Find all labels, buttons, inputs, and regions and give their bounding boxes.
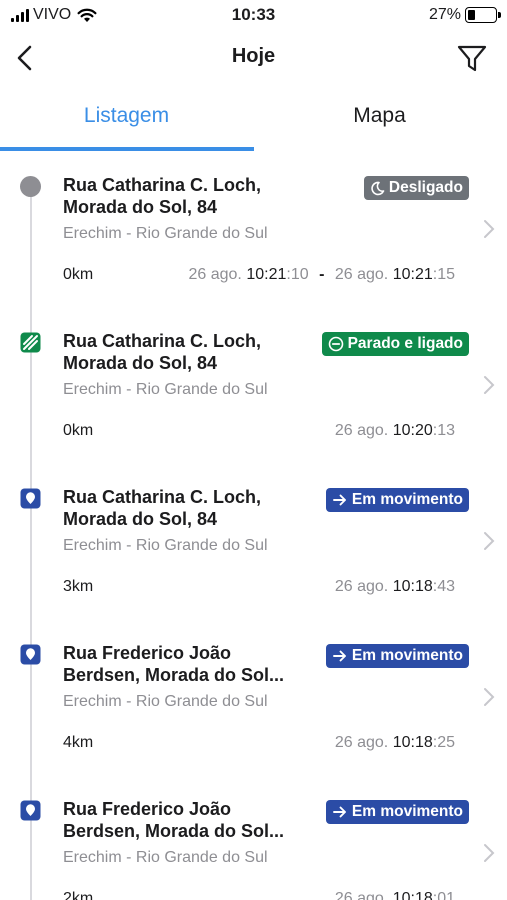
event-city: Erechim - Rio Grande do Sul bbox=[63, 693, 268, 710]
event-list: Rua Catharina C. Loch, Morada do Sol, 84… bbox=[0, 160, 507, 900]
status-badge: Desligado bbox=[363, 176, 469, 200]
location-pin-icon bbox=[20, 488, 41, 509]
timeline-dot-icon bbox=[20, 176, 41, 197]
filter-funnel-icon[interactable] bbox=[455, 41, 489, 75]
event-date: 26 ago. bbox=[334, 578, 389, 595]
tab-mapa[interactable]: Mapa bbox=[253, 104, 506, 128]
event-time: 26 ago. 10:18:25 bbox=[335, 734, 455, 752]
status-label: Parado e ligado bbox=[347, 335, 463, 352]
address-line: Rua Frederico João bbox=[63, 643, 232, 663]
event-date: 26 ago. bbox=[334, 734, 389, 751]
event-seconds: :01 bbox=[432, 890, 455, 900]
chevron-right-icon bbox=[484, 532, 495, 550]
navigation-bar: Hoje bbox=[0, 36, 507, 80]
event-hour-minute: 10:20 bbox=[392, 422, 433, 439]
arrow-right-icon bbox=[332, 806, 346, 818]
battery-percent: 27% bbox=[428, 6, 461, 23]
battery-icon bbox=[465, 7, 501, 23]
chevron-right-icon bbox=[484, 688, 495, 706]
chevron-right-icon bbox=[484, 844, 495, 862]
list-item[interactable]: Rua Catharina C. Loch, Morada do Sol, 84… bbox=[0, 472, 507, 628]
event-time: 26 ago. 10:20:13 bbox=[335, 422, 455, 440]
parked-hatched-icon bbox=[20, 332, 41, 353]
start-seconds: :10 bbox=[286, 266, 309, 283]
event-address: Rua Frederico João Berdsen, Morada do So… bbox=[63, 798, 303, 842]
list-item[interactable]: Rua Frederico João Berdsen, Morada do So… bbox=[0, 628, 507, 784]
event-address: Rua Catharina C. Loch, Morada do Sol, 84 bbox=[63, 486, 303, 530]
event-time-range: 26 ago. 10:21:10 - 26 ago. 10:21:15 bbox=[188, 266, 455, 284]
minus-circle-icon bbox=[328, 336, 343, 352]
location-pin-icon bbox=[20, 644, 41, 665]
address-line: Rua Catharina C. Loch, bbox=[63, 487, 262, 507]
event-city: Erechim - Rio Grande do Sul bbox=[63, 537, 268, 554]
status-right: 27% bbox=[428, 6, 501, 24]
event-distance: 0km bbox=[63, 266, 94, 283]
status-label: Em movimento bbox=[351, 491, 463, 508]
time-separator: - bbox=[319, 266, 325, 283]
page-title: Hoje bbox=[231, 45, 276, 67]
event-seconds: :13 bbox=[432, 422, 455, 439]
status-bar: VIVO 10:33 27% bbox=[0, 0, 507, 32]
active-tab-indicator bbox=[0, 147, 254, 151]
chevron-right-icon bbox=[484, 220, 495, 238]
event-hour-minute: 10:18 bbox=[392, 578, 433, 595]
status-label: Desligado bbox=[388, 179, 463, 196]
event-address: Rua Catharina C. Loch, Morada do Sol, 84 bbox=[63, 174, 303, 218]
event-distance: 3km bbox=[63, 578, 94, 595]
event-distance: 4km bbox=[63, 734, 94, 751]
address-line: Rua Catharina C. Loch, bbox=[63, 331, 262, 351]
tab-listagem[interactable]: Listagem bbox=[0, 104, 253, 128]
arrow-right-icon bbox=[332, 650, 346, 662]
status-label: Em movimento bbox=[351, 803, 463, 820]
address-line: Morada do Sol, 84 bbox=[63, 509, 218, 529]
event-time: 26 ago. 10:18:01 bbox=[335, 890, 455, 900]
list-item[interactable]: Rua Frederico João Berdsen, Morada do So… bbox=[0, 784, 507, 900]
event-time: 26 ago. 10:18:43 bbox=[335, 578, 455, 596]
tab-bar: Listagem Mapa bbox=[0, 96, 507, 152]
status-badge: Em movimento bbox=[325, 644, 469, 668]
event-city: Erechim - Rio Grande do Sul bbox=[63, 225, 268, 242]
event-city: Erechim - Rio Grande do Sul bbox=[63, 849, 268, 866]
chevron-right-icon bbox=[484, 376, 495, 394]
address-line: Berdsen, Morada do Sol... bbox=[63, 821, 285, 841]
event-hour-minute: 10:18 bbox=[392, 734, 433, 751]
status-label: Em movimento bbox=[351, 647, 463, 664]
start-hour-minute: 10:21 bbox=[246, 266, 287, 283]
event-date: 26 ago. bbox=[334, 890, 389, 900]
address-line: Rua Frederico João bbox=[63, 799, 232, 819]
arrow-right-icon bbox=[332, 494, 346, 506]
moon-icon bbox=[371, 181, 385, 195]
event-seconds: :43 bbox=[432, 578, 455, 595]
status-badge: Parado e ligado bbox=[321, 332, 469, 356]
address-line: Rua Catharina C. Loch, bbox=[63, 175, 262, 195]
event-date: 26 ago. bbox=[334, 422, 389, 439]
start-date: 26 ago. bbox=[188, 266, 242, 283]
address-line: Berdsen, Morada do Sol... bbox=[63, 665, 285, 685]
address-line: Morada do Sol, 84 bbox=[63, 197, 218, 217]
event-address: Rua Catharina C. Loch, Morada do Sol, 84 bbox=[63, 330, 303, 374]
list-item[interactable]: Rua Catharina C. Loch, Morada do Sol, 84… bbox=[0, 160, 507, 316]
event-distance: 2km bbox=[63, 890, 94, 900]
end-date: 26 ago. bbox=[334, 266, 389, 283]
end-seconds: :15 bbox=[432, 266, 455, 283]
status-badge: Em movimento bbox=[325, 488, 469, 512]
event-address: Rua Frederico João Berdsen, Morada do So… bbox=[63, 642, 303, 686]
address-line: Morada do Sol, 84 bbox=[63, 353, 218, 373]
event-seconds: :25 bbox=[432, 734, 455, 751]
event-hour-minute: 10:18 bbox=[392, 890, 433, 900]
event-city: Erechim - Rio Grande do Sul bbox=[63, 381, 268, 398]
list-item[interactable]: Rua Catharina C. Loch, Morada do Sol, 84… bbox=[0, 316, 507, 472]
end-hour-minute: 10:21 bbox=[392, 266, 433, 283]
event-distance: 0km bbox=[63, 422, 94, 439]
location-pin-icon bbox=[20, 800, 41, 821]
status-badge: Em movimento bbox=[325, 800, 469, 824]
